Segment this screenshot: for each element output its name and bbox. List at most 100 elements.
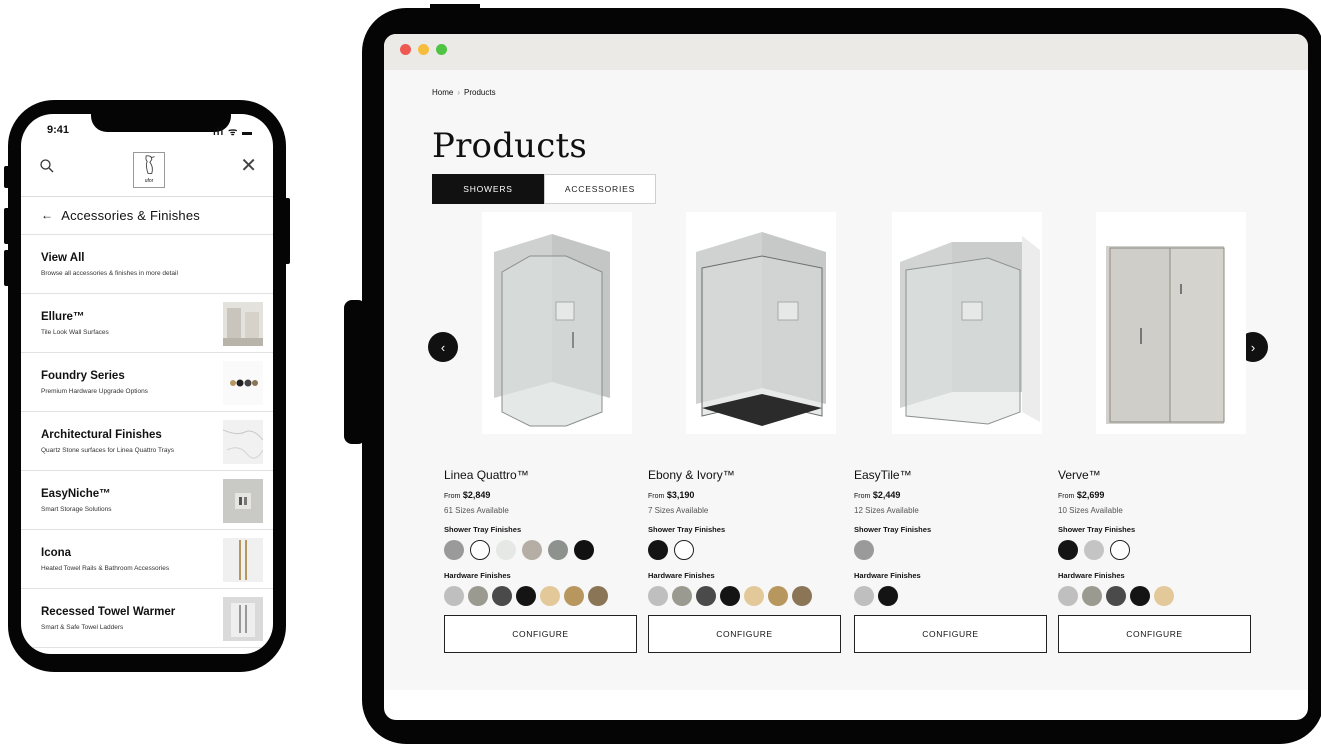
finish-swatch[interactable] xyxy=(1110,540,1130,560)
menu-item-title: Architectural Finishes xyxy=(41,429,162,441)
price-from-label: From xyxy=(444,493,461,500)
back-nav[interactable]: ← Accessories & Finishes xyxy=(21,196,273,235)
configure-button[interactable]: CONFIGURE xyxy=(1058,615,1251,653)
ellure-thumbnail xyxy=(223,302,263,346)
finish-swatch[interactable] xyxy=(516,586,536,606)
status-time: 9:41 xyxy=(47,124,70,136)
menu-item-more[interactable]: ... xyxy=(21,648,273,654)
finish-swatch[interactable] xyxy=(540,586,560,606)
finish-swatch[interactable] xyxy=(744,586,764,606)
configure-button[interactable]: CONFIGURE xyxy=(444,615,637,653)
sizes-available: 12 Sizes Available xyxy=(854,506,919,515)
search-icon[interactable] xyxy=(39,158,55,174)
menu-item-recessed-towel-warmer[interactable]: Recessed Towel Warmer Smart & Safe Towel… xyxy=(21,589,273,648)
menu-item-subtitle: Heated Towel Rails & Bathroom Accessorie… xyxy=(41,565,170,572)
menu-item-icona[interactable]: Icona Heated Towel Rails & Bathroom Acce… xyxy=(21,530,273,589)
tray-swatches xyxy=(854,540,874,560)
status-icons: ıll ᯤ ▬ xyxy=(212,127,253,138)
chevron-left-icon: ‹ xyxy=(440,339,446,355)
product-name[interactable]: Ebony & Ivory™ xyxy=(648,468,735,482)
arrow-left-icon: ← xyxy=(41,208,54,222)
tablet-top-button xyxy=(430,4,480,10)
finish-swatch[interactable] xyxy=(792,586,812,606)
product-price: From $2,449 xyxy=(854,490,900,500)
tab-showers[interactable]: SHOWERS xyxy=(432,174,544,204)
finish-swatch[interactable] xyxy=(496,540,516,560)
close-icon[interactable]: ✕ xyxy=(240,156,257,176)
menu-item-title: Recessed Towel Warmer xyxy=(41,606,176,618)
finish-swatch[interactable] xyxy=(1154,586,1174,606)
finish-swatch[interactable] xyxy=(648,540,668,560)
breadcrumb-home[interactable]: Home xyxy=(432,88,453,97)
finish-swatch[interactable] xyxy=(470,540,490,560)
breadcrumb: Home › Products xyxy=(432,88,496,97)
product-name[interactable]: Linea Quattro™ xyxy=(444,468,529,482)
menu-item-title: EasyNiche™ xyxy=(41,488,111,500)
phone-volume-down xyxy=(4,250,10,286)
tray-finishes-label: Shower Tray Finishes xyxy=(648,525,726,534)
finish-swatch[interactable] xyxy=(672,586,692,606)
product-name[interactable]: EasyTile™ xyxy=(854,468,912,482)
chevron-right-icon: › xyxy=(1250,339,1256,355)
menu-item-architectural-finishes[interactable]: Architectural Finishes Quartz Stone surf… xyxy=(21,412,273,471)
finish-swatch[interactable] xyxy=(1130,586,1150,606)
finish-swatch[interactable] xyxy=(854,540,874,560)
finish-swatch[interactable] xyxy=(768,586,788,606)
finish-swatch[interactable] xyxy=(878,586,898,606)
configure-button[interactable]: CONFIGURE xyxy=(648,615,841,653)
phone-mute-switch xyxy=(4,166,10,188)
hardware-swatches xyxy=(1058,586,1174,606)
phone-volume-up xyxy=(4,208,10,244)
finish-swatch[interactable] xyxy=(548,540,568,560)
page-title: Products xyxy=(432,126,588,166)
product-image[interactable] xyxy=(892,212,1042,434)
product-image[interactable] xyxy=(1096,212,1246,434)
menu-item-ellure[interactable]: Ellure™ Tile Look Wall Surfaces xyxy=(21,294,273,353)
menu-item-foundry-series[interactable]: Foundry Series Premium Hardware Upgrade … xyxy=(21,353,273,412)
status-bar: 9:41 ıll ᯤ ▬ xyxy=(21,124,273,142)
product-price: From $3,190 xyxy=(648,490,694,500)
product-image[interactable] xyxy=(686,212,836,434)
mobile-header: ufor ✕ xyxy=(21,146,273,197)
finish-swatch[interactable] xyxy=(1106,586,1126,606)
menu-item-easyniche[interactable]: EasyNiche™ Smart Storage Solutions xyxy=(21,471,273,530)
brand-logo[interactable]: ufor xyxy=(133,152,165,188)
minimize-window-dot[interactable] xyxy=(418,44,429,55)
finish-swatch[interactable] xyxy=(1058,586,1078,606)
menu-item-subtitle: Premium Hardware Upgrade Options xyxy=(41,388,148,395)
tray-finishes-label: Shower Tray Finishes xyxy=(444,525,522,534)
finish-swatch[interactable] xyxy=(444,540,464,560)
product-image[interactable] xyxy=(482,212,632,434)
product-name[interactable]: Verve™ xyxy=(1058,468,1101,482)
finish-swatch[interactable] xyxy=(854,586,874,606)
finish-swatch[interactable] xyxy=(1082,586,1102,606)
sizes-available: 10 Sizes Available xyxy=(1058,506,1123,515)
sizes-available: 61 Sizes Available xyxy=(444,506,509,515)
close-window-dot[interactable] xyxy=(400,44,411,55)
finish-swatch[interactable] xyxy=(1084,540,1104,560)
finish-swatch[interactable] xyxy=(444,586,464,606)
finish-swatch[interactable] xyxy=(696,586,716,606)
finish-swatch[interactable] xyxy=(648,586,668,606)
finish-swatch[interactable] xyxy=(574,540,594,560)
finish-swatch[interactable] xyxy=(1058,540,1078,560)
menu-item-view-all[interactable]: View All Browse all accessories & finish… xyxy=(21,235,273,294)
phone-screen: 9:41 ıll ᯤ ▬ ufor ✕ ← Accessories & Fini… xyxy=(21,114,273,654)
menu-item-subtitle: Quartz Stone surfaces for Linea Quattro … xyxy=(41,447,174,454)
finish-swatch[interactable] xyxy=(468,586,488,606)
menu-item-title: View All xyxy=(41,252,85,264)
finish-swatch[interactable] xyxy=(564,586,584,606)
carousel-prev-button[interactable]: ‹ xyxy=(428,332,458,362)
tray-finishes-label: Shower Tray Finishes xyxy=(1058,525,1136,534)
finish-swatch[interactable] xyxy=(492,586,512,606)
configure-button[interactable]: CONFIGURE xyxy=(854,615,1047,653)
towel-warmer-thumbnail xyxy=(223,597,263,641)
price-value: $2,449 xyxy=(872,490,901,500)
maximize-window-dot[interactable] xyxy=(436,44,447,55)
finish-swatch[interactable] xyxy=(588,586,608,606)
category-tabs: SHOWERS ACCESSORIES xyxy=(432,174,656,204)
tab-accessories[interactable]: ACCESSORIES xyxy=(544,174,656,204)
finish-swatch[interactable] xyxy=(674,540,694,560)
finish-swatch[interactable] xyxy=(522,540,542,560)
finish-swatch[interactable] xyxy=(720,586,740,606)
